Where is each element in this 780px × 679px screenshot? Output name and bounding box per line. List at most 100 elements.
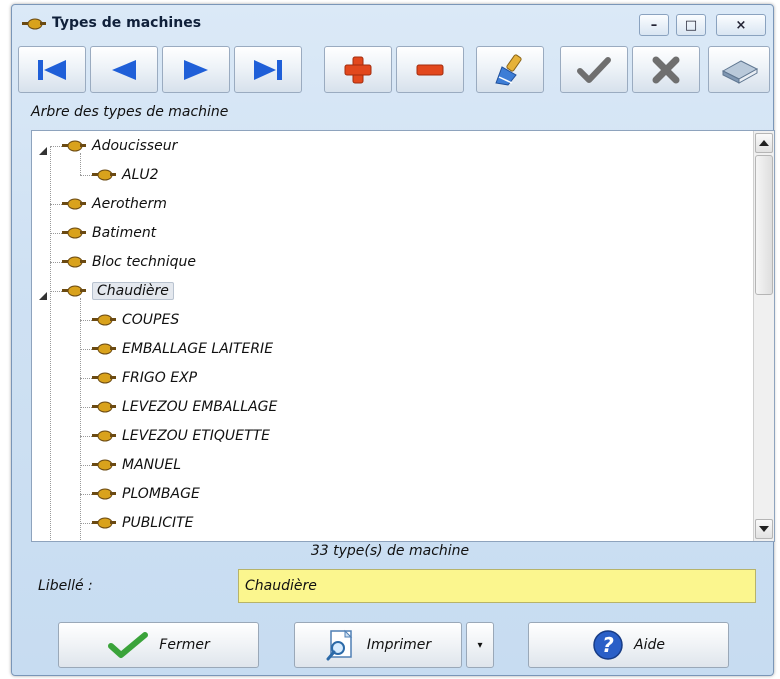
cancel-button[interactable] (632, 46, 700, 93)
maximize-icon: □ (684, 17, 698, 33)
close-icon: × (735, 17, 747, 33)
machine-type-icon (62, 256, 86, 268)
tree-connector (50, 146, 62, 147)
book-button[interactable] (708, 46, 770, 93)
tree-node-label: Aerotherm (92, 196, 167, 212)
tree-node[interactable]: Bloc technique (62, 251, 196, 273)
scroll-up-button[interactable] (755, 133, 773, 153)
tree-connector (80, 175, 92, 176)
chevron-down-icon: ▾ (477, 639, 483, 651)
tree-connector (80, 153, 81, 175)
delete-button[interactable] (396, 46, 464, 93)
tree-node-label: PLOMBAGE (122, 486, 200, 502)
tree-node[interactable]: MANUEL (92, 454, 181, 476)
machine-type-icon (92, 314, 116, 326)
tree-node[interactable]: Chaudière (62, 280, 174, 302)
last-record-icon (254, 59, 282, 80)
tree-node-label: ALU2 (122, 167, 159, 183)
minus-icon (416, 64, 444, 75)
machine-type-icon (62, 227, 86, 239)
aide-button[interactable]: ? Aide (528, 622, 729, 668)
machine-type-icon (92, 372, 116, 384)
tree-node-label: COUPES (122, 312, 180, 328)
tree-node[interactable]: LEVEZOU EMBALLAGE (92, 396, 277, 418)
arrow-up-icon (759, 140, 769, 146)
help-icon: ? (593, 630, 623, 660)
first-record-button[interactable] (18, 46, 86, 93)
machine-type-icon (62, 140, 86, 152)
edit-button[interactable] (476, 46, 544, 93)
add-button[interactable] (324, 46, 392, 93)
close-button[interactable]: × (716, 14, 766, 36)
previous-record-button[interactable] (90, 46, 158, 93)
title-bar: Types de machines – □ × (12, 5, 773, 43)
previous-record-icon (112, 59, 136, 80)
tree-connector (50, 233, 62, 234)
machine-type-count: 33 type(s) de machine (310, 543, 470, 559)
minimize-icon: – (650, 17, 658, 33)
scroll-down-button[interactable] (755, 519, 773, 539)
vertical-scrollbar[interactable] (753, 131, 774, 541)
tree-connector (80, 494, 92, 495)
scrollbar-thumb[interactable] (755, 155, 773, 295)
tree-node[interactable]: PUBLICITE (92, 512, 194, 534)
minimize-button[interactable]: – (639, 14, 669, 36)
book-icon (721, 59, 759, 84)
first-record-icon (38, 59, 66, 80)
tree-node-label: Chaudière (92, 282, 174, 300)
imprimer-label: Imprimer (366, 637, 432, 653)
tree-node-label: Adoucisseur (92, 138, 178, 154)
arrow-down-icon (759, 526, 769, 532)
validate-button[interactable] (560, 46, 628, 93)
imprimer-button[interactable]: Imprimer (294, 622, 462, 668)
window-title: Types de machines (52, 15, 202, 31)
libelle-input[interactable] (238, 569, 756, 603)
machine-type-icon (92, 459, 116, 471)
fermer-button[interactable]: Fermer (58, 622, 259, 668)
libelle-label: Libellé : (38, 578, 93, 594)
tree-connector (50, 262, 62, 263)
brush-icon (495, 53, 522, 86)
maximize-button[interactable]: □ (676, 14, 706, 36)
machine-type-icon (62, 285, 86, 297)
tree-connector (50, 291, 62, 292)
machine-type-icon (22, 18, 46, 30)
machine-type-icon (92, 430, 116, 442)
tree-node-label: Bloc technique (92, 254, 197, 270)
tree-node[interactable]: LEVEZOU ETIQUETTE (92, 425, 270, 447)
aide-label: Aide (634, 637, 665, 653)
svg-text:?: ? (602, 633, 614, 657)
machine-type-icon (92, 343, 116, 355)
print-preview-icon (326, 629, 353, 661)
tree-connector (80, 349, 92, 350)
tree-node[interactable]: EMBALLAGE LAITERIE (92, 338, 273, 360)
collapse-arrow-icon[interactable] (38, 141, 48, 155)
cross-icon (652, 56, 680, 83)
tree-node[interactable]: Batiment (62, 222, 156, 244)
tree-node-label: Batiment (92, 225, 157, 241)
machine-type-icon (92, 517, 116, 529)
machine-type-icon (92, 401, 116, 413)
tree-connector (80, 436, 92, 437)
next-record-button[interactable] (162, 46, 230, 93)
tree-node[interactable]: COUPES (92, 309, 179, 331)
tree-node[interactable]: FRIGO EXP (92, 367, 197, 389)
tree-node[interactable]: ALU2 (92, 164, 159, 186)
tree-connector (80, 523, 92, 524)
tree-node-label: LEVEZOU EMBALLAGE (122, 399, 278, 415)
tree-node[interactable]: PLOMBAGE (92, 483, 200, 505)
imprimer-dropdown-button[interactable]: ▾ (466, 622, 494, 668)
collapse-arrow-icon[interactable] (38, 286, 48, 300)
checkmark-icon (108, 632, 149, 658)
tree-connector (80, 465, 92, 466)
machine-type-icon (62, 198, 86, 210)
tree-node[interactable]: Aerotherm (62, 193, 167, 215)
fermer-label: Fermer (159, 637, 210, 653)
machine-type-tree[interactable]: Adoucisseur ALU2 Aerotherm Batiment Bloc tec… (31, 130, 775, 542)
plus-icon (344, 56, 372, 83)
tree-connector (80, 298, 81, 541)
last-record-button[interactable] (234, 46, 302, 93)
tree-connector (50, 204, 62, 205)
checkmark-icon (577, 56, 611, 83)
tree-connector (50, 146, 51, 541)
